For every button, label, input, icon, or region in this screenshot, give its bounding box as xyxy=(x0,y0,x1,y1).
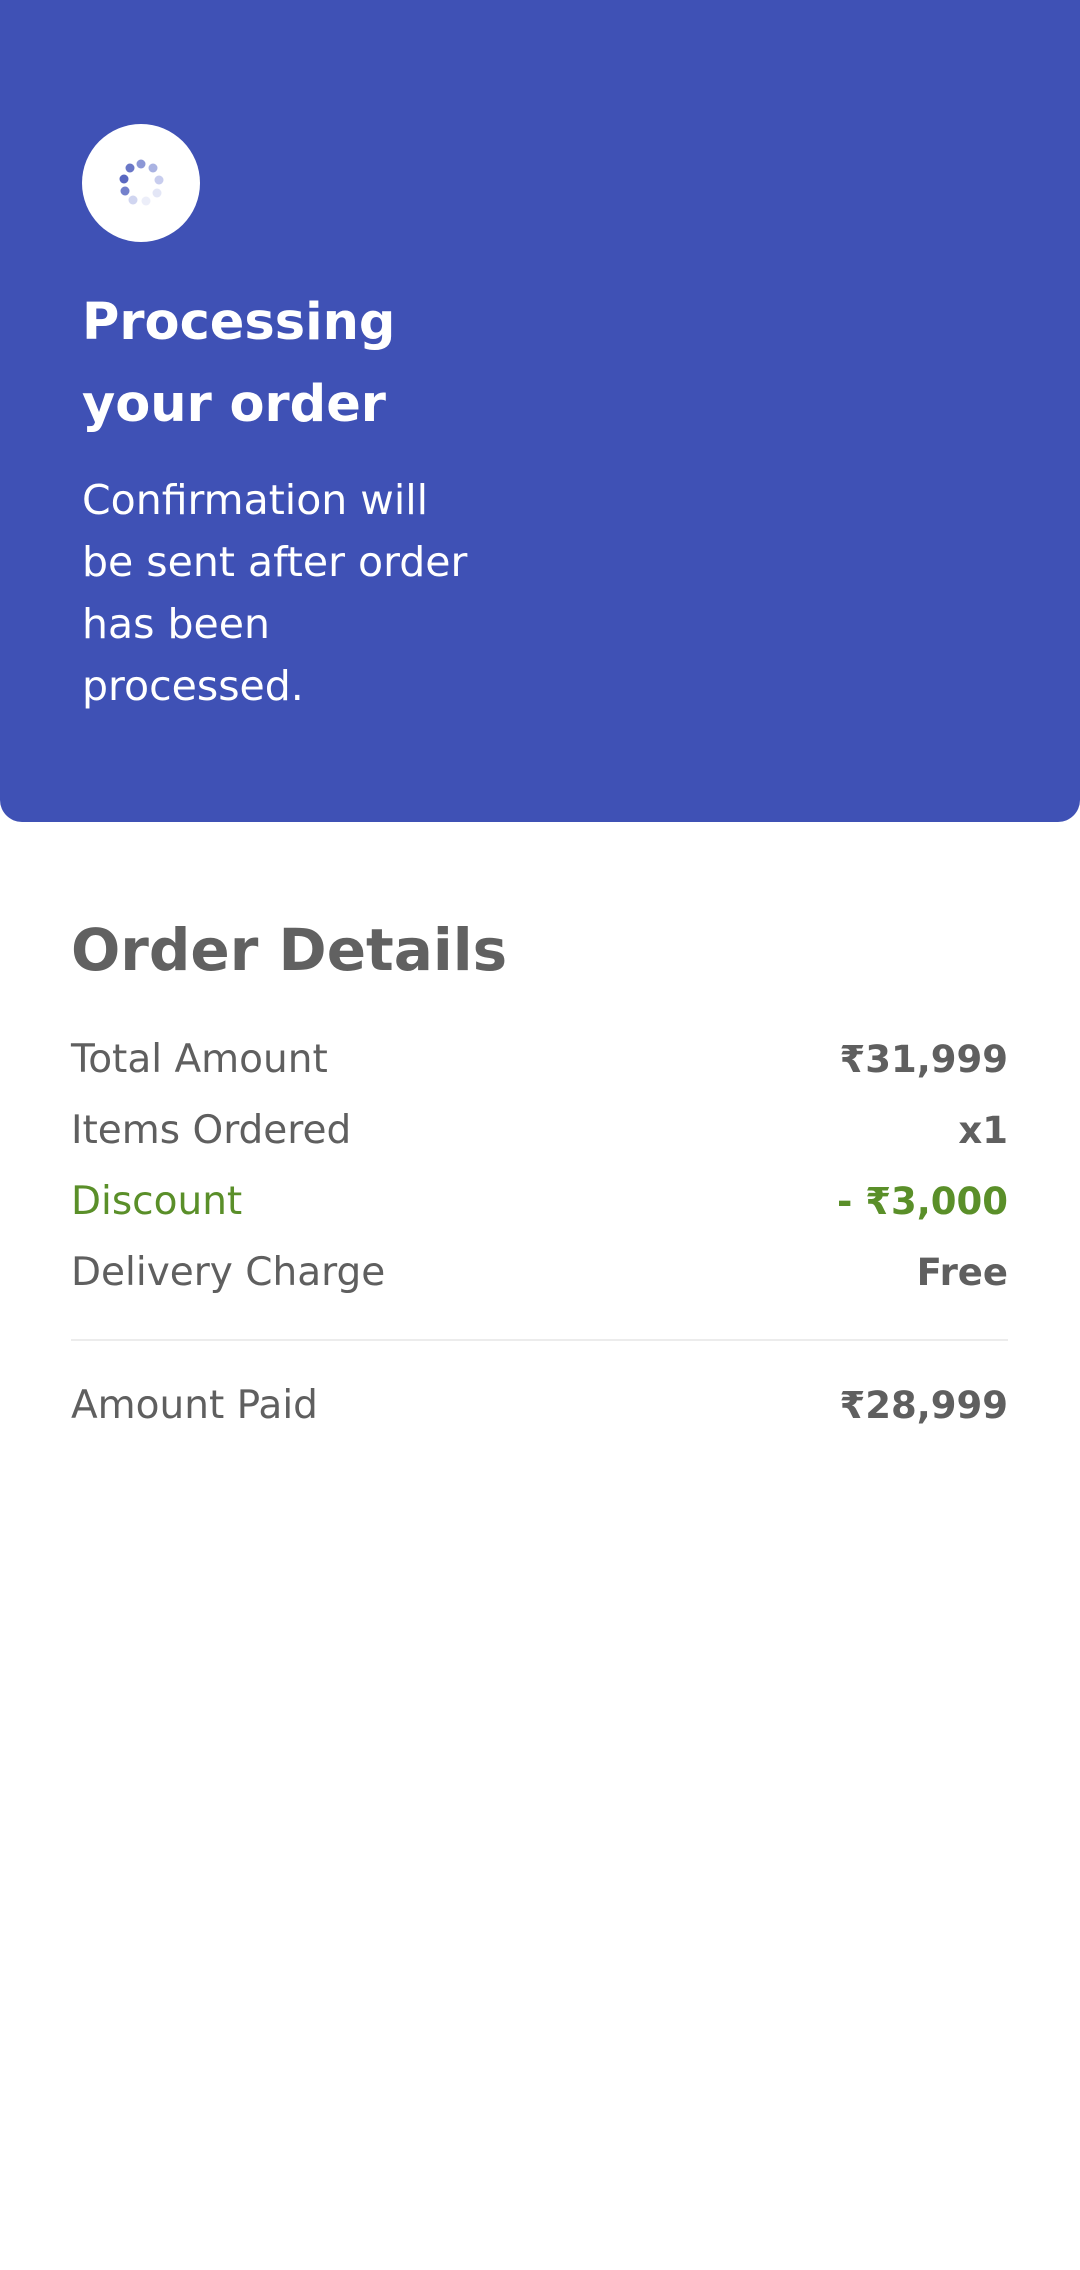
loading-spinner-icon xyxy=(119,159,164,206)
total-amount-value: ₹31,999 xyxy=(839,1037,1008,1081)
discount-row: Discount - ₹3,000 xyxy=(71,1171,1008,1231)
total-amount-row: Total Amount ₹31,999 xyxy=(71,1029,1008,1089)
delivery-charge-label: Delivery Charge xyxy=(71,1249,386,1295)
loader-badge xyxy=(82,124,200,242)
items-ordered-row: Items Ordered x1 xyxy=(71,1100,1008,1160)
total-amount-label: Total Amount xyxy=(71,1036,328,1082)
amount-paid-value: ₹28,999 xyxy=(839,1383,1008,1427)
delivery-charge-value: Free xyxy=(916,1250,1008,1294)
discount-value: - ₹3,000 xyxy=(836,1179,1008,1223)
summary-divider xyxy=(71,1339,1008,1341)
delivery-charge-row: Delivery Charge Free xyxy=(71,1242,1008,1302)
items-ordered-label: Items Ordered xyxy=(71,1107,352,1153)
discount-label: Discount xyxy=(71,1178,243,1224)
order-details-heading: Order Details xyxy=(71,916,508,984)
order-status-banner: Processing your order Confirmation will … xyxy=(0,0,1080,822)
processing-title: Processing your order xyxy=(82,293,396,434)
amount-paid-row: Amount Paid ₹28,999 xyxy=(71,1375,1008,1435)
items-ordered-value: x1 xyxy=(958,1108,1008,1152)
confirmation-message: Confirmation will be sent after order ha… xyxy=(82,476,468,710)
amount-paid-label: Amount Paid xyxy=(71,1382,318,1428)
